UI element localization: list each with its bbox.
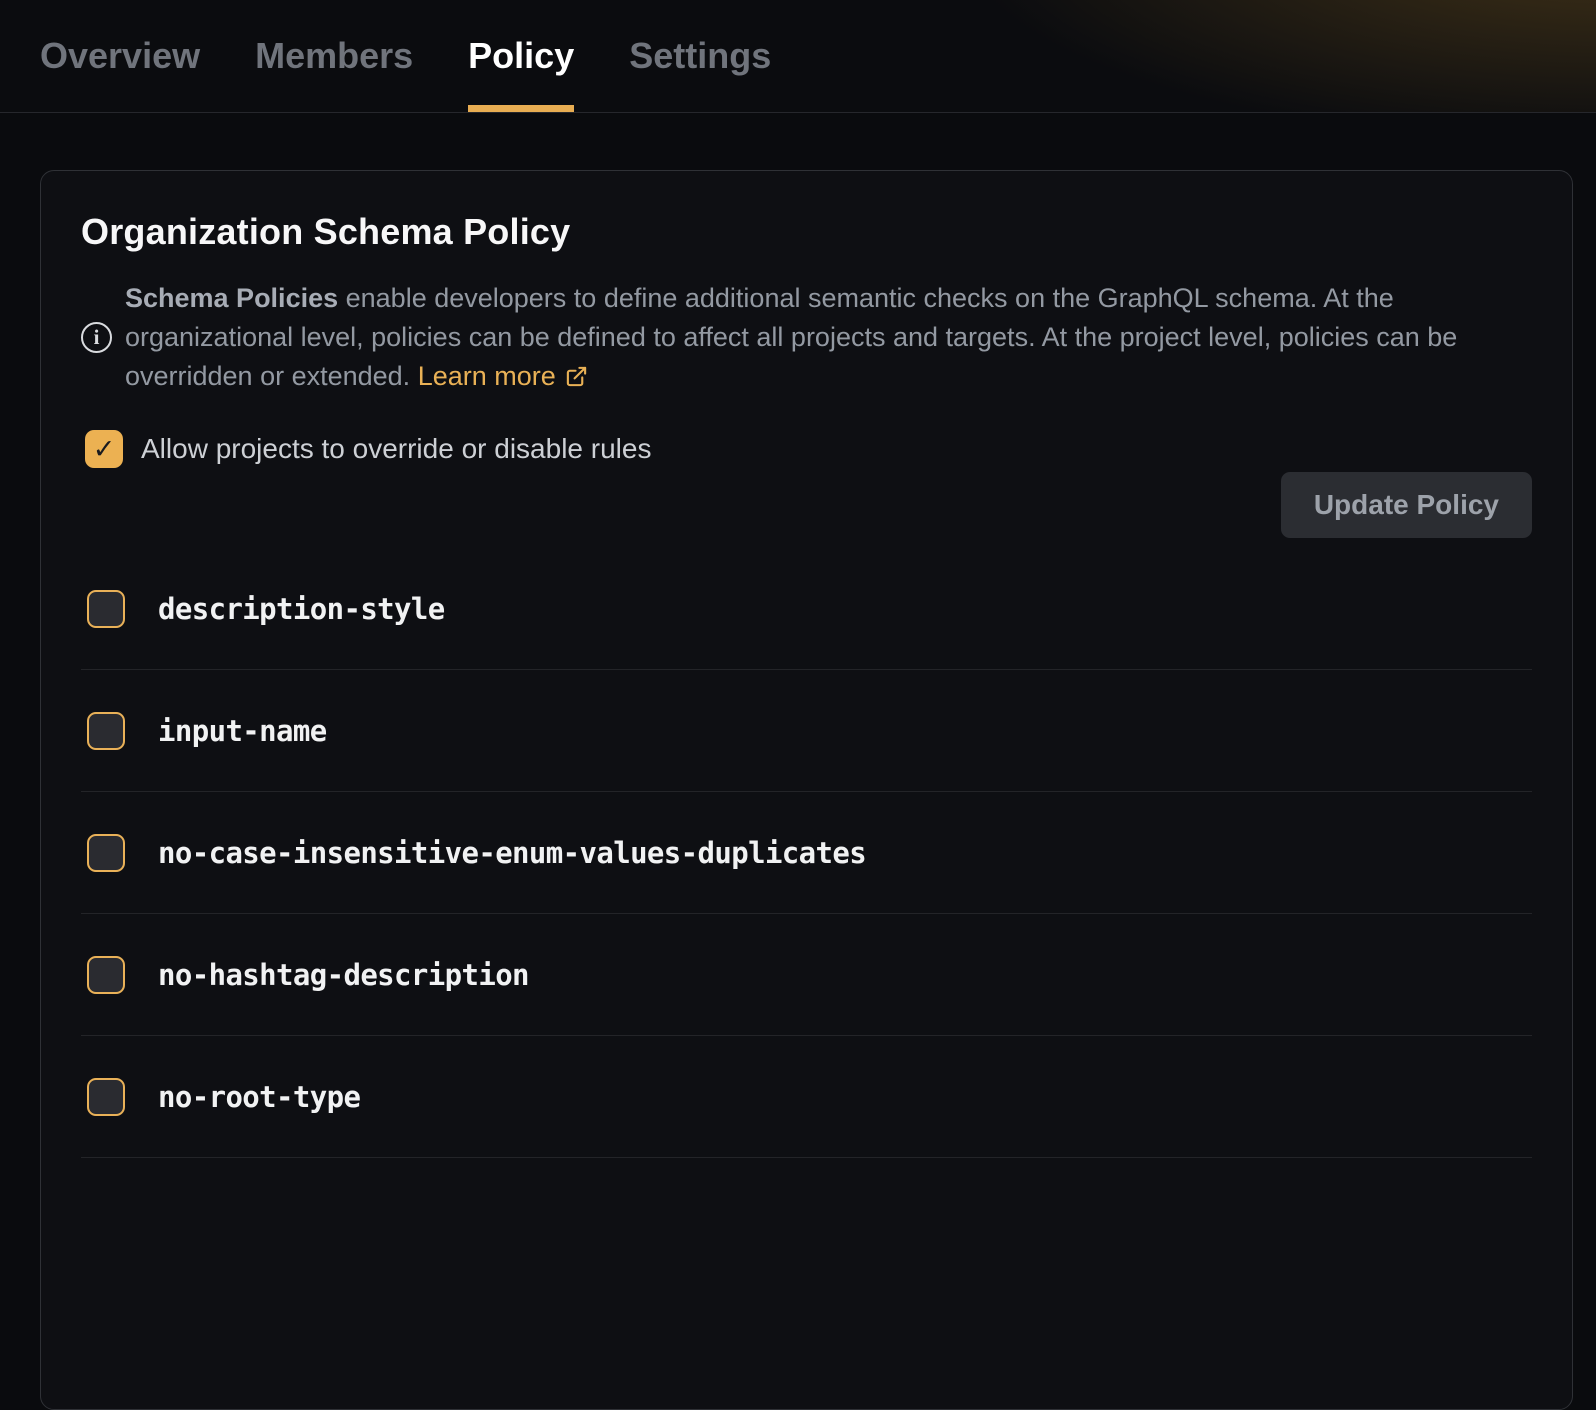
rule-name: description-style (158, 592, 445, 626)
rules-list: description-style input-name no-case-insen… (81, 548, 1532, 1158)
checkmark-icon: ✓ (93, 434, 116, 465)
tab-label: Members (255, 35, 413, 77)
info-circle-icon: i (81, 322, 112, 353)
rule-name: input-name (158, 714, 327, 748)
tab-label: Policy (468, 35, 574, 77)
rule-checkbox[interactable] (87, 590, 125, 628)
update-policy-button[interactable]: Update Policy (1281, 472, 1532, 538)
policy-card: Organization Schema Policy i Schema Poli… (40, 170, 1573, 1410)
external-link-icon (565, 365, 588, 388)
rule-row: no-hashtag-description (81, 914, 1532, 1036)
rule-row: description-style (81, 548, 1532, 670)
rule-checkbox[interactable] (87, 956, 125, 994)
rule-checkbox[interactable] (87, 1078, 125, 1116)
active-tab-underline (468, 105, 574, 112)
learn-more-link[interactable]: Learn more (418, 361, 556, 391)
tab-label: Overview (40, 35, 200, 77)
page-title: Organization Schema Policy (81, 211, 1532, 253)
tab-overview[interactable]: Overview (40, 0, 200, 112)
tab-label: Settings (629, 35, 771, 77)
main-content: Organization Schema Policy i Schema Poli… (0, 113, 1596, 1410)
rule-name: no-hashtag-description (158, 958, 529, 992)
tab-bar: Overview Members Policy Settings (0, 0, 1596, 113)
policy-info-text: Schema Policies enable developers to def… (125, 279, 1532, 396)
allow-override-label: Allow projects to override or disable ru… (141, 433, 651, 465)
tab-policy[interactable]: Policy (468, 0, 574, 112)
button-row: Update Policy (81, 472, 1532, 538)
policy-info-banner: i Schema Policies enable developers to d… (81, 279, 1532, 396)
rule-checkbox[interactable] (87, 712, 125, 750)
rule-row: input-name (81, 670, 1532, 792)
tab-bar-nav: Overview Members Policy Settings (40, 0, 771, 112)
allow-override-row: ✓ Allow projects to override or disable … (85, 430, 1532, 468)
policy-info-lead: Schema Policies (125, 283, 338, 313)
rule-row: no-case-insensitive-enum-values-duplicat… (81, 792, 1532, 914)
tab-members[interactable]: Members (255, 0, 413, 112)
rule-name: no-case-insensitive-enum-values-duplicat… (158, 836, 866, 870)
tab-settings[interactable]: Settings (629, 0, 771, 112)
rule-checkbox[interactable] (87, 834, 125, 872)
rule-name: no-root-type (158, 1080, 360, 1114)
rule-row: no-root-type (81, 1036, 1532, 1158)
allow-override-checkbox[interactable]: ✓ (85, 430, 123, 468)
